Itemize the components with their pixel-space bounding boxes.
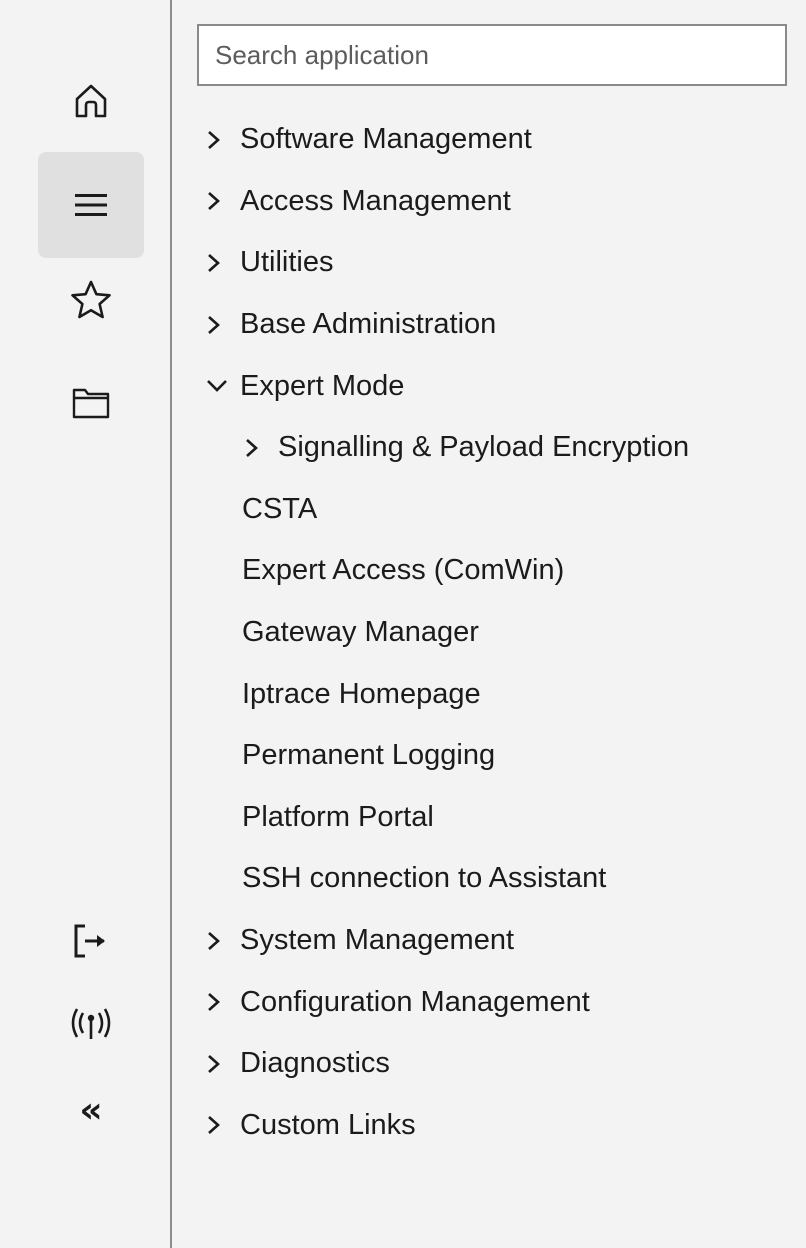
menu-button[interactable]	[38, 152, 144, 258]
chevron-right-icon	[206, 310, 236, 340]
nav-item-configuration-management[interactable]: Configuration Management	[172, 971, 806, 1033]
home-button[interactable]	[38, 48, 144, 154]
nav-item-iptrace-homepage[interactable]: Iptrace Homepage	[172, 663, 806, 725]
nav-item-csta[interactable]: CSTA	[172, 479, 806, 541]
chevron-right-icon	[206, 926, 236, 956]
nav-item-label: Iptrace Homepage	[242, 677, 481, 710]
nav-item-label: Platform Portal	[242, 800, 434, 833]
logout-icon	[71, 921, 111, 961]
nav-item-label: Diagnostics	[240, 1047, 390, 1080]
chevron-down-icon	[206, 371, 236, 401]
antenna-icon	[67, 1003, 115, 1043]
nav-item-label: Configuration Management	[240, 985, 590, 1018]
nav-item-expert-mode[interactable]: Expert Mode	[172, 355, 806, 417]
nav-item-platform-portal[interactable]: Platform Portal	[172, 787, 806, 849]
nav-item-label: Gateway Manager	[242, 616, 479, 649]
search-input[interactable]	[197, 24, 787, 86]
collapse-icon: «	[79, 1090, 103, 1131]
nav-item-label: Signalling & Payload Encryption	[278, 431, 690, 464]
nav-tree: Software Management Access Management Ut…	[172, 109, 806, 1156]
files-button[interactable]	[38, 350, 144, 456]
navigation-panel: Software Management Access Management Ut…	[172, 0, 806, 1248]
nav-item-label: CSTA	[242, 492, 318, 525]
nav-item-permanent-logging[interactable]: Permanent Logging	[172, 725, 806, 787]
nav-item-diagnostics[interactable]: Diagnostics	[172, 1033, 806, 1095]
chevron-right-icon	[206, 1110, 236, 1140]
nav-item-system-management[interactable]: System Management	[172, 910, 806, 972]
nav-item-software-management[interactable]: Software Management	[172, 109, 806, 171]
nav-item-label: System Management	[240, 924, 515, 957]
nav-item-utilities[interactable]: Utilities	[172, 232, 806, 294]
chevron-right-icon	[206, 987, 236, 1017]
nav-item-label: Permanent Logging	[242, 739, 496, 772]
nav-item-custom-links[interactable]: Custom Links	[172, 1095, 806, 1157]
menu-icon	[73, 190, 109, 220]
nav-item-label: Access Management	[240, 184, 511, 217]
chevron-right-icon	[206, 186, 236, 216]
nav-item-label: Expert Mode	[240, 369, 405, 402]
chevron-right-icon	[206, 1049, 236, 1079]
nav-item-label: Utilities	[240, 246, 334, 279]
collapse-button[interactable]: «	[38, 1058, 144, 1164]
nav-item-signalling-payload-encryption[interactable]: Signalling & Payload Encryption	[172, 417, 806, 479]
folder-icon	[71, 386, 111, 420]
nav-item-expert-access-comwin[interactable]: Expert Access (ComWin)	[172, 540, 806, 602]
chevron-right-icon	[206, 125, 236, 155]
nav-item-ssh-connection-to-assistant[interactable]: SSH connection to Assistant	[172, 848, 806, 910]
chevron-right-icon	[244, 433, 274, 463]
nav-item-base-administration[interactable]: Base Administration	[172, 294, 806, 356]
app-window: « Software Management Access Management	[0, 0, 806, 1248]
nav-item-label: Custom Links	[240, 1108, 416, 1141]
home-icon	[71, 81, 111, 121]
star-icon	[69, 279, 113, 321]
chevron-right-icon	[206, 248, 236, 278]
nav-item-label: Expert Access (ComWin)	[242, 554, 565, 587]
nav-item-label: Software Management	[240, 123, 532, 156]
nav-item-label: Base Administration	[240, 308, 497, 341]
nav-item-label: SSH connection to Assistant	[242, 862, 607, 895]
nav-item-access-management[interactable]: Access Management	[172, 171, 806, 233]
icon-rail: «	[0, 0, 172, 1248]
favorites-button[interactable]	[38, 247, 144, 353]
nav-item-gateway-manager[interactable]: Gateway Manager	[172, 602, 806, 664]
